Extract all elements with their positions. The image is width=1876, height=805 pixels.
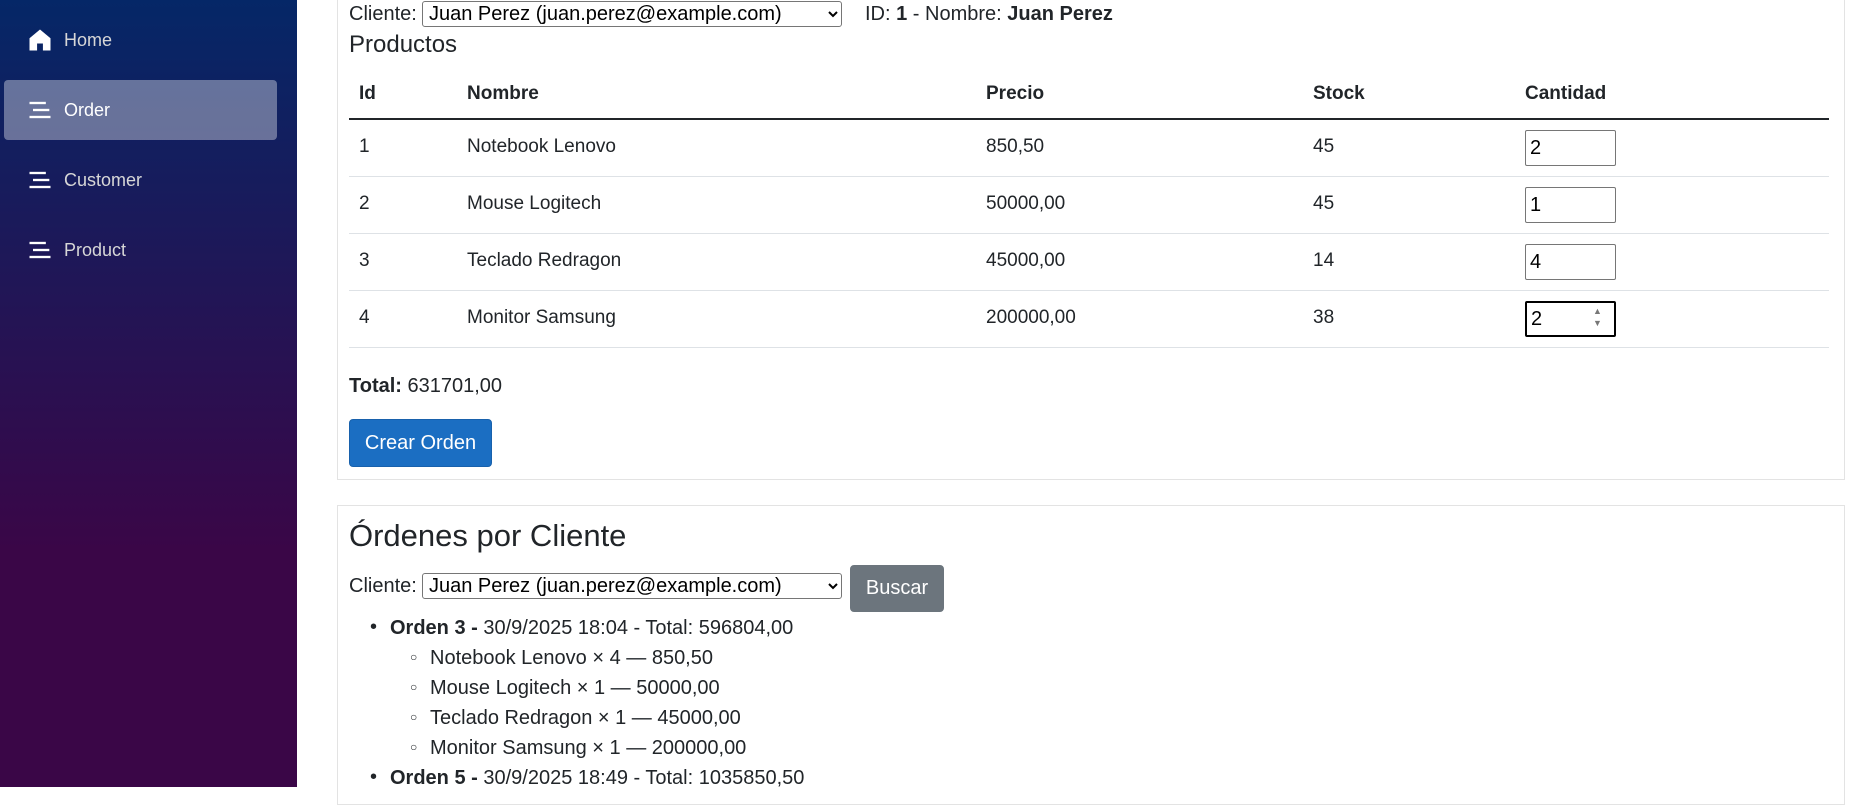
search-button[interactable]: Buscar [850, 565, 944, 612]
list-icon [29, 101, 51, 119]
products-table-header: Id Nombre Precio Stock Cantidad [349, 78, 1829, 120]
order-item: Teclado Redragon × 1 — 45000,00 [410, 707, 741, 730]
client-select[interactable]: Juan Perez (juan.perez@example.com) [422, 1, 842, 27]
order-info: 30/9/2025 18:49 - Total: 1035850,50 [483, 767, 805, 789]
order-item: Mouse Logitech × 1 — 50000,00 [410, 677, 720, 700]
quantity-input[interactable] [1525, 130, 1616, 166]
orders-client-select[interactable]: Juan Perez (juan.perez@example.com) [422, 573, 842, 599]
table-row: 1 Notebook Lenovo 850,50 45 [349, 120, 1829, 177]
quantity-input[interactable] [1525, 301, 1616, 337]
table-row: 4 Monitor Samsung 200000,00 38 ▲▼ [349, 291, 1829, 348]
order-title: Orden 5 - [390, 767, 478, 789]
table-row: 2 Mouse Logitech 50000,00 45 [349, 177, 1829, 234]
products-heading: Productos [349, 31, 458, 58]
nav-item-label: Product [64, 239, 127, 260]
order-info: 30/9/2025 18:04 - Total: 596804,00 [483, 617, 794, 639]
orders-heading: Órdenes por Cliente [349, 518, 627, 553]
cell-name: Notebook Lenovo [467, 136, 616, 157]
nav-item-label: Order [64, 99, 111, 120]
create-order-button[interactable]: Crear Orden [349, 419, 492, 467]
column-header-stock: Stock [1313, 83, 1365, 104]
order-list-item: Orden 3 - 30/9/2025 18:04 - Total: 59680… [370, 616, 794, 640]
total-label: Total: [349, 375, 402, 397]
cell-stock: 38 [1313, 307, 1335, 328]
client-info: ID: 1 - Nombre: Juan Perez [865, 3, 1113, 26]
cell-name: Mouse Logitech [467, 193, 602, 214]
id-label: ID: [865, 3, 891, 25]
client-label: Cliente: [349, 3, 417, 25]
nav-item-home[interactable]: Home [4, 10, 277, 70]
cell-price: 50000,00 [986, 193, 1066, 214]
nav-item-customer[interactable]: Customer [4, 150, 277, 210]
nav-item-label: Home [64, 29, 113, 50]
list-icon [29, 171, 51, 189]
cell-stock: 45 [1313, 193, 1335, 214]
sidebar: Home Order Customer Product [0, 0, 297, 787]
home-icon [29, 29, 51, 51]
cell-id: 4 [359, 307, 370, 328]
name-label: - Nombre: [907, 3, 1002, 25]
order-total: Total: 631701,00 [349, 375, 502, 398]
cell-price: 200000,00 [986, 307, 1076, 328]
column-header-price: Precio [986, 83, 1045, 104]
main-content: Cliente: Juan Perez (juan.perez@example.… [297, 0, 1876, 805]
nav-item-order[interactable]: Order [4, 80, 277, 140]
order-item: Monitor Samsung × 1 — 200000,00 [410, 737, 746, 760]
cell-id: 2 [359, 193, 370, 214]
list-icon [29, 241, 51, 259]
cell-price: 850,50 [986, 136, 1045, 157]
cell-stock: 45 [1313, 136, 1335, 157]
cell-name: Monitor Samsung [467, 307, 616, 328]
orders-client-label: Cliente: [349, 575, 417, 597]
nav-item-product[interactable]: Product [4, 220, 277, 280]
cell-price: 45000,00 [986, 250, 1066, 271]
cell-stock: 14 [1313, 250, 1335, 271]
column-header-quantity: Cantidad [1525, 83, 1607, 104]
order-item: Notebook Lenovo × 4 — 850,50 [410, 647, 713, 670]
column-header-name: Nombre [467, 83, 539, 104]
column-header-id: Id [359, 83, 376, 104]
quantity-input[interactable] [1525, 244, 1616, 280]
quantity-input[interactable] [1525, 187, 1616, 223]
nav-item-label: Customer [64, 169, 143, 190]
cell-name: Teclado Redragon [467, 250, 622, 271]
cell-id: 3 [359, 250, 370, 271]
cell-id: 1 [359, 136, 370, 157]
order-title: Orden 3 - [390, 617, 478, 639]
table-row: 3 Teclado Redragon 45000,00 14 [349, 234, 1829, 291]
id-value: 1 [896, 3, 908, 25]
total-value: 631701,00 [407, 375, 503, 397]
spinner-arrows-icon[interactable]: ▲ ▼ [1593, 305, 1602, 329]
name-value: Juan Perez [1007, 3, 1113, 25]
